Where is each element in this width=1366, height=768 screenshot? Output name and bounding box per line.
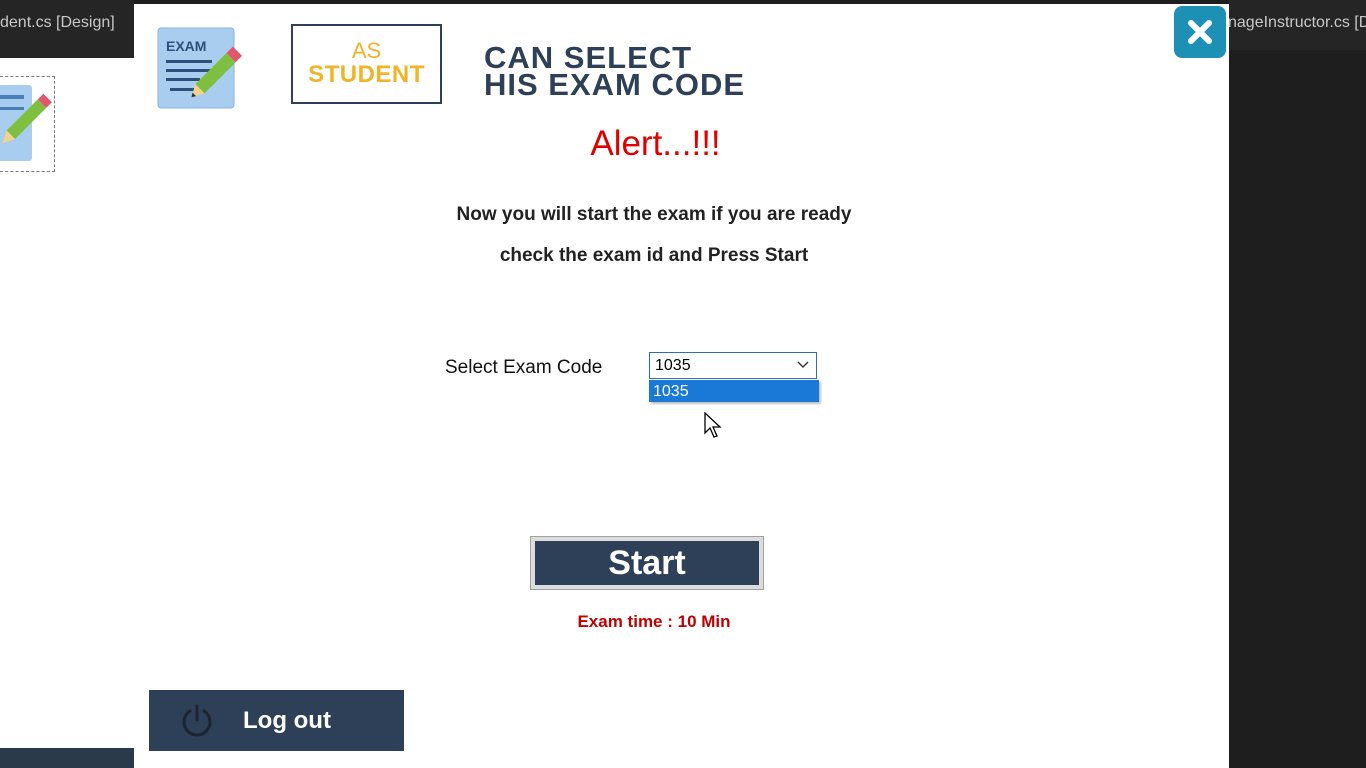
caption-banner: CAN SELECT HIS EXAM CODE [484, 42, 746, 102]
close-icon [1188, 20, 1212, 44]
ide-tab-label: dent.cs [Design] [0, 14, 115, 31]
alert-title: Alert...!!! [590, 124, 721, 163]
caption-line: HIS EXAM CODE [484, 67, 746, 102]
start-button[interactable]: Start [530, 536, 764, 590]
role-badge: AS STUDENT [291, 24, 442, 104]
exam-time-text: Exam time : 10 Min [577, 612, 731, 631]
exam-pencil-icon [0, 85, 52, 161]
chevron-down-icon [797, 361, 809, 368]
ide-tab-label: nageInstructor.cs [Design] [1228, 14, 1366, 31]
student-exam-window: EXAM AS STUDENT CAN SELECT HIS EXAM CODE… [134, 4, 1229, 768]
exam-code-dropdown-list: 1035 [649, 380, 819, 402]
logout-button[interactable]: Log out [149, 690, 404, 751]
exam-icon-text: EXAM [166, 38, 206, 54]
mouse-cursor-icon [704, 411, 724, 445]
start-button-label: Start [535, 541, 759, 585]
ide-tab-student-design[interactable]: dent.cs [Design] [0, 0, 134, 58]
instruction-line: Now you will start the exam if you are r… [456, 204, 852, 225]
exam-icon: EXAM [156, 24, 252, 110]
logout-label: Log out [243, 707, 331, 734]
exam-code-selected-value: 1035 [655, 357, 691, 374]
role-prefix: AS [351, 38, 382, 63]
close-button[interactable] [1174, 6, 1226, 58]
exam-code-option[interactable]: 1035 [653, 383, 689, 401]
power-icon [182, 704, 212, 737]
exam-code-select[interactable]: 1035 [649, 352, 817, 379]
role-name: STUDENT [308, 61, 425, 88]
ide-tab-manage-instructor-design[interactable]: nageInstructor.cs [Design] [1228, 0, 1366, 50]
exam-code-label: Select Exam Code [445, 357, 603, 378]
ide-selected-picturebox[interactable] [0, 76, 55, 172]
ide-status-bar [0, 748, 134, 768]
instruction-line: check the exam id and Press Start [499, 245, 809, 266]
